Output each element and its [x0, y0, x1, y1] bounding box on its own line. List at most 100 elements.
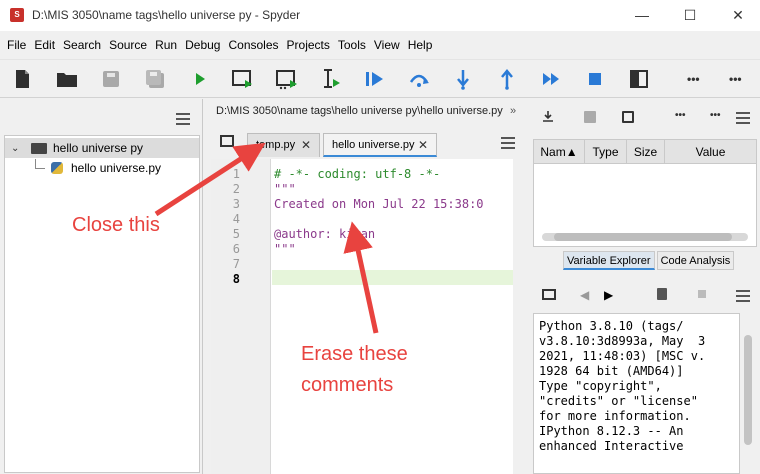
- scrollbar-thumb[interactable]: [554, 233, 732, 241]
- step-over-icon[interactable]: [407, 68, 431, 90]
- back-arrow-icon[interactable]: ◀: [580, 288, 589, 302]
- variable-table: Nam▲ Type Size Value: [533, 139, 757, 247]
- line-number-gutter: 1 2 3 4 5 6 7 8: [211, 159, 271, 474]
- run-cell-icon[interactable]: [231, 68, 255, 90]
- code-line: Created on Mon Jul 22 15:38:0: [274, 197, 484, 211]
- maximize-pane-icon[interactable]: [627, 68, 651, 90]
- pane-tab-bar: Variable Explorer Code Analysis: [563, 251, 736, 270]
- step-into-icon[interactable]: [451, 68, 475, 90]
- save-icon[interactable]: [99, 68, 123, 90]
- menu-consoles[interactable]: Consoles: [224, 38, 282, 52]
- file-path-breadcrumb: D:\MIS 3050\name tags\hello universe py\…: [216, 105, 503, 117]
- menu-edit[interactable]: Edit: [30, 38, 59, 52]
- more-options-icon[interactable]: •••: [710, 110, 721, 121]
- tree-item-folder[interactable]: ⌄ hello universe py: [5, 138, 199, 158]
- code-line: """: [274, 182, 296, 196]
- interrupt-kernel-icon[interactable]: [698, 290, 706, 298]
- code-line: """: [274, 242, 296, 256]
- more-options-icon[interactable]: •••: [675, 110, 686, 121]
- run-selection-icon[interactable]: [319, 68, 343, 90]
- ipython-console[interactable]: Python 3.8.10 (tags/ v3.8.10:3d8993a, Ma…: [533, 313, 740, 474]
- tab-temp-py[interactable]: temp.py ✕: [247, 133, 320, 157]
- browse-tabs-icon[interactable]: [542, 289, 556, 300]
- save-data-icon[interactable]: [584, 111, 596, 123]
- tab-code-analysis[interactable]: Code Analysis: [656, 251, 735, 270]
- column-header-size[interactable]: Size: [627, 140, 665, 163]
- browse-tabs-icon[interactable]: [220, 135, 234, 147]
- menu-projects[interactable]: Projects: [283, 38, 334, 52]
- close-window-button[interactable]: ✕: [724, 6, 752, 24]
- line-number: 7: [232, 257, 240, 271]
- editor-scrollbar[interactable]: [515, 159, 527, 474]
- menu-view[interactable]: View: [370, 38, 404, 52]
- tree-item-file[interactable]: hello universe.py: [5, 158, 199, 178]
- options-menu-icon[interactable]: [736, 112, 750, 124]
- line-number: 8: [232, 272, 240, 286]
- editor-tab-bar: temp.py ✕ hello universe.py ✕: [207, 129, 527, 157]
- tree-branch-line: [35, 159, 45, 169]
- menu-file[interactable]: File: [3, 38, 30, 52]
- console-line: 2021, 11:48:03) [MSC v.: [539, 349, 706, 363]
- file-explorer-pane: ⌄ hello universe py hello universe.py: [0, 99, 203, 474]
- console-line: Type "copyright",: [539, 379, 662, 393]
- scrollbar-thumb[interactable]: [744, 335, 752, 445]
- more-options-icon[interactable]: •••: [687, 72, 711, 94]
- new-file-icon[interactable]: [10, 68, 34, 90]
- main-toolbar: ••• •••: [0, 60, 760, 98]
- folder-icon: [31, 142, 47, 154]
- menu-run[interactable]: Run: [151, 38, 181, 52]
- save-data-as-icon[interactable]: [622, 111, 634, 123]
- editor-options-icon[interactable]: [501, 137, 515, 149]
- console-line: 1928 64 bit (AMD64)]: [539, 364, 684, 378]
- run-cell-advance-icon[interactable]: [275, 68, 299, 90]
- maximize-button[interactable]: ☐: [676, 6, 704, 24]
- minimize-button[interactable]: —: [628, 6, 656, 24]
- line-number: 4: [232, 212, 240, 226]
- console-line: Python 3.8.10 (tags/: [539, 319, 684, 333]
- open-folder-icon[interactable]: [55, 68, 79, 90]
- file-tree: ⌄ hello universe py hello universe.py: [4, 135, 200, 473]
- current-line-highlight: [272, 270, 513, 285]
- close-tab-icon[interactable]: ✕: [418, 138, 428, 152]
- console-scrollbar[interactable]: [740, 313, 756, 474]
- run-icon[interactable]: [188, 68, 212, 90]
- stop-icon[interactable]: [583, 68, 607, 90]
- annotation-erase-comments: comments: [301, 374, 394, 396]
- column-header-value[interactable]: Value: [665, 140, 756, 163]
- code-editor[interactable]: 1 2 3 4 5 6 7 8 # -*- coding: utf-8 -*- …: [211, 159, 513, 474]
- options-menu-icon[interactable]: [176, 113, 190, 125]
- menu-help[interactable]: Help: [404, 38, 437, 52]
- column-header-name[interactable]: Nam▲: [534, 140, 585, 163]
- path-overflow-icon[interactable]: »: [510, 105, 516, 117]
- column-header-type[interactable]: Type: [585, 140, 627, 163]
- tab-variable-explorer[interactable]: Variable Explorer: [563, 251, 655, 270]
- menu-source[interactable]: Source: [105, 38, 151, 52]
- forward-arrow-icon[interactable]: ▶: [604, 288, 613, 302]
- debug-icon[interactable]: [363, 68, 387, 90]
- menu-tools[interactable]: Tools: [334, 38, 370, 52]
- continue-icon[interactable]: [539, 68, 563, 90]
- tab-label: temp.py: [256, 139, 296, 151]
- code-line: @author: kiran: [274, 227, 376, 241]
- step-return-icon[interactable]: [495, 68, 519, 90]
- line-number: 1: [232, 167, 240, 181]
- menu-search[interactable]: Search: [59, 38, 105, 52]
- import-data-icon[interactable]: [542, 111, 554, 123]
- tab-hello-universe-py[interactable]: hello universe.py ✕: [323, 133, 437, 157]
- editor-pane: D:\MIS 3050\name tags\hello universe py\…: [207, 99, 527, 474]
- options-menu-icon[interactable]: [736, 290, 750, 302]
- title-bar: S D:\MIS 3050\name tags\hello universe p…: [0, 0, 760, 31]
- trash-icon[interactable]: [657, 288, 667, 300]
- tree-item-label: hello universe py: [53, 141, 144, 155]
- close-tab-icon[interactable]: ✕: [301, 138, 311, 152]
- horizontal-scrollbar[interactable]: [542, 233, 748, 241]
- chevron-down-icon[interactable]: ⌄: [11, 143, 23, 154]
- console-line: "credits" or "license": [539, 394, 698, 408]
- save-all-icon[interactable]: [143, 68, 167, 90]
- menu-debug[interactable]: Debug: [181, 38, 224, 52]
- more-options-icon[interactable]: •••: [729, 72, 753, 94]
- variable-explorer-pane: ••• ••• Nam▲ Type Size Value Variable Ex…: [531, 99, 760, 271]
- console-pane: ◀ ▶ Python 3.8.10 (tags/ v3.8.10:3d8993a…: [531, 277, 760, 474]
- code-line: # -*- coding: utf-8 -*-: [274, 167, 441, 181]
- console-line: for more information.: [539, 409, 691, 423]
